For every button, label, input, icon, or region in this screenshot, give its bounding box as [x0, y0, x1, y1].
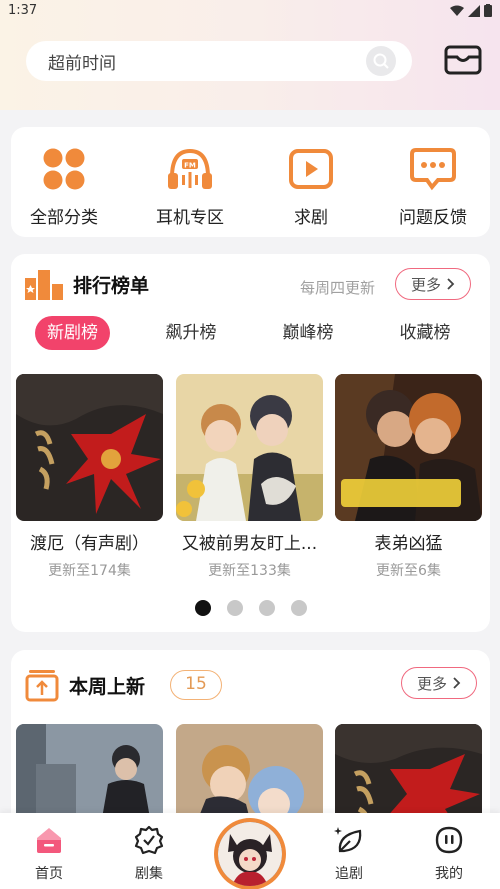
- page-dot[interactable]: [194, 600, 211, 616]
- quick-link-request[interactable]: 求剧: [256, 145, 366, 228]
- item-title: 表弟凶猛: [374, 534, 443, 554]
- wifi-icon: [450, 5, 464, 16]
- ranking-item[interactable]: 又被前男友盯上... 更新至133集: [176, 374, 323, 580]
- avatar: [218, 822, 282, 886]
- ranking-header: 排行榜单: [25, 268, 149, 300]
- ranking-more-button[interactable]: 更多: [395, 268, 471, 300]
- follow-icon: [314, 825, 384, 855]
- status-bar: 1:37: [0, 0, 500, 24]
- center-avatar-button[interactable]: [214, 818, 286, 889]
- nav-follow[interactable]: 追剧: [314, 825, 384, 883]
- profile-icon: [414, 825, 484, 855]
- quick-link-label: 耳机专区: [156, 208, 224, 228]
- ranking-tabs: 新剧榜 飙升榜 巅峰榜 收藏榜: [11, 316, 490, 350]
- nav-label: 追剧: [335, 866, 363, 882]
- drama-icon: [114, 825, 184, 855]
- chevron-right-icon: [453, 677, 461, 689]
- quick-link-all-categories[interactable]: 全部分类: [9, 145, 119, 228]
- weekly-header: 本周上新: [25, 668, 145, 702]
- home-icon: [14, 825, 84, 855]
- page-dot[interactable]: [226, 600, 243, 616]
- nav-profile[interactable]: 我的: [414, 825, 484, 883]
- nav-home[interactable]: 首页: [14, 825, 84, 883]
- grid-icon: [9, 145, 119, 193]
- search-input[interactable]: 超前时间: [48, 49, 366, 74]
- quick-links-card: 全部分类 FM 耳机专区 求剧 问题反馈: [11, 127, 490, 237]
- tab-rising[interactable]: 飙升榜: [151, 316, 231, 350]
- quick-link-label: 问题反馈: [399, 208, 467, 228]
- quick-link-feedback[interactable]: 问题反馈: [378, 145, 488, 228]
- quick-link-headphones[interactable]: FM 耳机专区: [135, 145, 245, 228]
- item-title: 渡厄（有声剧）: [30, 534, 149, 554]
- ranking-title: 排行榜单: [73, 274, 150, 297]
- signal-icon: [468, 4, 480, 17]
- item-episodes: 更新至174集: [48, 563, 131, 579]
- more-label: 更多: [416, 674, 447, 693]
- ranking-card: 排行榜单 每周四更新 更多 新剧榜 飙升榜 巅峰榜 收藏榜 渡厄（有声剧） 更新…: [11, 254, 490, 632]
- search-bar[interactable]: 超前时间: [26, 41, 412, 81]
- weekly-item[interactable]: [335, 724, 482, 824]
- weekly-title: 本周上新: [69, 675, 146, 698]
- battery-icon: [484, 4, 492, 17]
- nav-label: 首页: [35, 866, 63, 882]
- cover-image: [335, 374, 482, 521]
- new-arrival-icon: [25, 670, 59, 702]
- weekly-more-button[interactable]: 更多: [401, 667, 477, 699]
- mailbox-icon[interactable]: [444, 44, 482, 76]
- cover-image: [16, 374, 163, 521]
- item-episodes: 更新至6集: [376, 563, 441, 579]
- cover-image: [176, 374, 323, 521]
- page-dot[interactable]: [258, 600, 275, 616]
- item-title: 又被前男友盯上...: [181, 534, 318, 554]
- carousel-pagination: [11, 600, 490, 616]
- ranking-update-note: 每周四更新: [300, 279, 376, 297]
- tab-new[interactable]: 新剧榜: [35, 316, 110, 350]
- page-dot[interactable]: [290, 600, 307, 616]
- ranking-item[interactable]: 表弟凶猛 更新至6集: [335, 374, 482, 580]
- play-icon: [256, 145, 366, 193]
- status-time: 1:37: [8, 3, 38, 18]
- quick-link-label: 全部分类: [30, 208, 98, 228]
- weekly-item[interactable]: [16, 724, 163, 824]
- chevron-right-icon: [447, 278, 455, 290]
- weekly-count-badge: 15: [170, 670, 222, 700]
- nav-label: 剧集: [135, 866, 163, 882]
- weekly-item[interactable]: [176, 724, 323, 824]
- headphones-icon: FM: [135, 145, 245, 193]
- search-icon[interactable]: [366, 46, 396, 76]
- more-label: 更多: [410, 275, 441, 294]
- svg-text:FM: FM: [184, 162, 196, 170]
- nav-drama[interactable]: 剧集: [114, 825, 184, 883]
- tab-favorites[interactable]: 收藏榜: [385, 316, 465, 350]
- item-episodes: 更新至133集: [208, 563, 291, 579]
- ranking-item[interactable]: 渡厄（有声剧） 更新至174集: [16, 374, 163, 580]
- ranking-icon: [25, 270, 63, 300]
- nav-label: 我的: [435, 866, 463, 882]
- status-icons: [450, 4, 492, 17]
- quick-link-label: 求剧: [294, 208, 328, 228]
- tab-peak[interactable]: 巅峰榜: [268, 316, 348, 350]
- feedback-icon: [378, 145, 488, 193]
